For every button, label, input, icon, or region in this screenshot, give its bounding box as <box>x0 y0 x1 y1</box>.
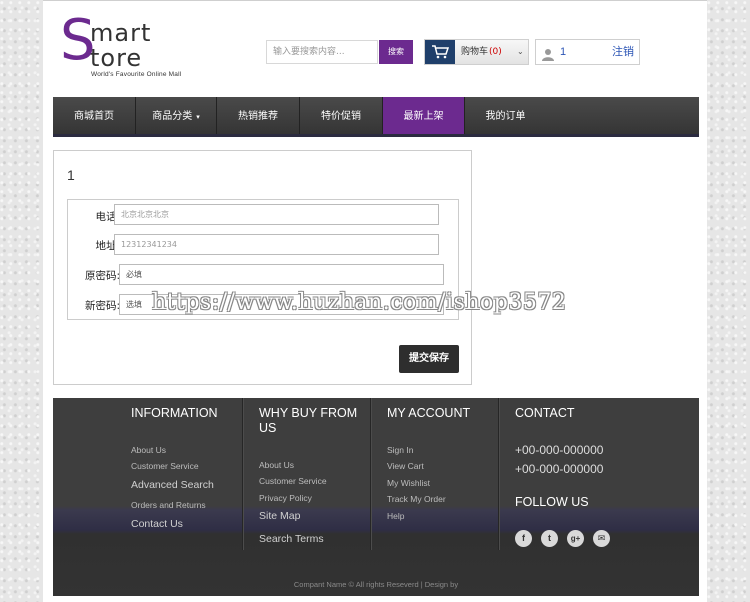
mail-icon[interactable]: ✉ <box>593 530 610 547</box>
phone-field[interactable]: 北京北京北京 <box>114 204 439 225</box>
footer-heading: MY ACCOUNT <box>387 406 471 420</box>
cart-dropdown[interactable]: 购物车 (0) ⌄ <box>424 39 529 65</box>
footer-link[interactable]: My Wishlist <box>387 478 430 488</box>
follow-us-heading: FOLLOW US <box>515 495 589 509</box>
nav-item-label: 我的订单 <box>485 111 526 122</box>
username-link[interactable]: 1 <box>560 40 566 64</box>
footer-contact: CONTACT +00-000-000000 +00-000-000000 FO… <box>515 398 655 550</box>
footer-information: INFORMATION About Us Customer Service Ad… <box>131 398 243 550</box>
contact-phone: +00-000-000000 <box>515 443 604 457</box>
search-input[interactable]: 输入要搜索内容... <box>266 40 378 64</box>
nav-item-label: 热销推荐 <box>238 111 278 122</box>
footer-heading: WHY BUY FROM US <box>259 406 358 435</box>
footer-link[interactable]: Customer Service <box>131 461 199 471</box>
page-background-right <box>707 0 750 602</box>
contact-phone: +00-000-000000 <box>515 462 604 476</box>
twitter-icon[interactable]: t <box>541 530 558 547</box>
old-password-label: 原密码: <box>84 270 120 282</box>
logo-tagline: World's Favourite Online Mall <box>91 71 182 78</box>
footer-link[interactable]: Help <box>387 511 404 521</box>
footer-my-account: MY ACCOUNT Sign In View Cart My Wishlist… <box>387 398 499 550</box>
submit-save-button[interactable]: 提交保存 <box>399 345 459 373</box>
user-icon <box>542 45 554 69</box>
nav-item-label: 商城首页 <box>74 111 114 122</box>
nav-item-categories[interactable]: 商品分类 ▾ <box>136 97 217 134</box>
footer-link[interactable]: About Us <box>131 445 166 455</box>
address-label: 地址: <box>95 240 120 252</box>
copyright-text: Compant Name © All rights Reseverd | Des… <box>293 580 459 589</box>
cart-icon <box>425 40 455 64</box>
google-plus-icon[interactable]: g+ <box>567 530 584 547</box>
footer-link[interactable]: Sign In <box>387 445 413 455</box>
nav-item-hot[interactable]: 热销推荐 <box>217 97 300 134</box>
chevron-down-icon: ⌄ <box>517 47 524 56</box>
nav-item-home[interactable]: 商城首页 <box>53 97 136 134</box>
footer-link[interactable]: View Cart <box>387 461 424 471</box>
footer-heading: CONTACT <box>515 406 575 420</box>
footer-why-buy: WHY BUY FROM US About Us Customer Servic… <box>259 398 371 550</box>
nav-item-promotions[interactable]: 特价促销 <box>300 97 383 134</box>
profile-panel: 1 电话: 北京北京北京 地址: 12312341234 原密码: 必填 新密码… <box>53 150 472 385</box>
site-footer: INFORMATION About Us Customer Service Ad… <box>53 398 699 596</box>
footer-heading: INFORMATION <box>131 406 218 420</box>
footer-link[interactable]: Customer Service <box>259 476 327 486</box>
old-password-field[interactable]: 必填 <box>119 264 444 285</box>
panel-title: 1 <box>67 167 75 183</box>
footer-link[interactable]: Orders and Returns <box>131 500 206 510</box>
new-password-label: 新密码: <box>84 300 120 312</box>
logo-line-2: tore <box>90 44 143 72</box>
nav-item-new-arrivals[interactable]: 最新上架 <box>383 97 465 134</box>
footer-link[interactable]: Search Terms <box>259 533 324 545</box>
watermark-text: https://www.huzhan.com/ishop3572 <box>152 290 567 315</box>
footer-link[interactable]: About Us <box>259 460 294 470</box>
footer-link[interactable]: Site Map <box>259 510 300 522</box>
user-box: 1 注销 <box>535 39 640 65</box>
footer-link[interactable]: Privacy Policy <box>259 493 312 503</box>
page-container: S mart tore World's Favourite Online Mal… <box>43 0 707 602</box>
logo-line-1: mart <box>90 19 152 47</box>
search-button[interactable]: 搜索 <box>379 40 413 64</box>
footer-link[interactable]: Contact Us <box>131 518 183 530</box>
nav-item-label: 特价促销 <box>321 111 361 122</box>
address-field[interactable]: 12312341234 <box>114 234 439 255</box>
caret-down-icon: ▾ <box>196 113 200 121</box>
cart-label: 购物车 <box>461 47 489 57</box>
page-background-left <box>0 0 43 602</box>
footer-link[interactable]: Track My Order <box>387 494 446 504</box>
footer-link[interactable]: Advanced Search <box>131 479 214 491</box>
logout-link[interactable]: 注销 <box>612 40 634 64</box>
cart-count: (0) <box>489 47 502 57</box>
facebook-icon[interactable]: f <box>515 530 532 547</box>
site-logo[interactable]: S mart tore World's Favourite Online Mal… <box>60 13 210 79</box>
nav-item-label: 最新上架 <box>403 111 444 122</box>
phone-label: 电话: <box>95 211 120 223</box>
nav-item-my-orders[interactable]: 我的订单 <box>465 97 546 134</box>
main-navigation: 商城首页 商品分类 ▾ 热销推荐 特价促销 最新上架 我的订单 <box>53 97 699 137</box>
nav-item-label: 商品分类 <box>152 111 193 122</box>
